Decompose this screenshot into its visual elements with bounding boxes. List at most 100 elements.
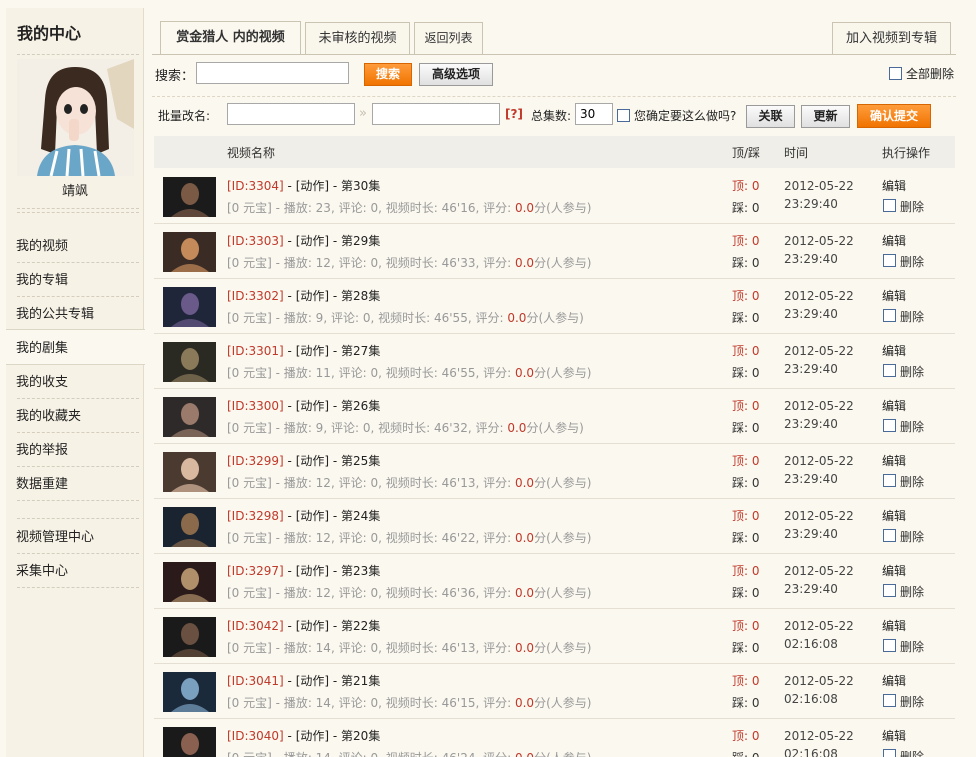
link-button[interactable]: 关联	[746, 105, 795, 128]
video-category[interactable]: [动作]	[296, 344, 329, 358]
video-id-link[interactable]: [ID:3041]	[227, 674, 284, 688]
video-title[interactable]: [ID:3297] - [动作] - 第23集	[227, 562, 380, 579]
confirm-submit-button[interactable]: 确认提交	[857, 104, 931, 128]
down-votes[interactable]: 踩: 0	[732, 749, 760, 757]
video-id-link[interactable]: [ID:3040]	[227, 729, 284, 743]
down-votes[interactable]: 踩: 0	[732, 364, 760, 381]
edit-link[interactable]: 编辑	[882, 727, 906, 744]
video-thumbnail[interactable]	[163, 397, 216, 437]
video-thumbnail[interactable]	[163, 727, 216, 757]
up-votes[interactable]: 顶: 0	[732, 177, 760, 194]
video-thumbnail[interactable]	[163, 672, 216, 712]
down-votes[interactable]: 踩: 0	[732, 584, 760, 601]
video-category[interactable]: [动作]	[296, 289, 329, 303]
up-votes[interactable]: 顶: 0	[732, 562, 760, 579]
video-category[interactable]: [动作]	[296, 234, 329, 248]
episode-name[interactable]: 第24集	[341, 509, 380, 523]
video-id-link[interactable]: [ID:3301]	[227, 344, 284, 358]
video-thumbnail[interactable]	[163, 177, 216, 217]
sidebar-item-my-videos[interactable]: 我的视频	[16, 235, 68, 254]
delete-checkbox[interactable]	[883, 254, 896, 267]
up-votes[interactable]: 顶: 0	[732, 727, 760, 744]
edit-link[interactable]: 编辑	[882, 232, 906, 249]
delete-checkbox[interactable]	[883, 419, 896, 432]
video-title[interactable]: [ID:3301] - [动作] - 第27集	[227, 342, 380, 359]
video-id-link[interactable]: [ID:3300]	[227, 399, 284, 413]
edit-link[interactable]: 编辑	[882, 617, 906, 634]
up-votes[interactable]: 顶: 0	[732, 617, 760, 634]
episode-name[interactable]: 第23集	[341, 564, 380, 578]
edit-link[interactable]: 编辑	[882, 342, 906, 359]
add-to-album-button[interactable]: 加入视频到专辑	[832, 22, 951, 55]
episode-name[interactable]: 第20集	[341, 729, 380, 743]
sidebar-item-video-manager[interactable]: 视频管理中心	[16, 526, 94, 545]
total-episodes-input[interactable]	[575, 103, 613, 125]
episode-name[interactable]: 第27集	[341, 344, 380, 358]
batch-rename-from-input[interactable]	[227, 103, 355, 125]
episode-name[interactable]: 第22集	[341, 619, 380, 633]
sidebar-item-favorites[interactable]: 我的收藏夹	[16, 405, 81, 424]
edit-link[interactable]: 编辑	[882, 397, 906, 414]
delete-checkbox[interactable]	[883, 309, 896, 322]
edit-link[interactable]: 编辑	[882, 507, 906, 524]
episode-name[interactable]: 第29集	[341, 234, 380, 248]
batch-rename-to-input[interactable]	[372, 103, 500, 125]
help-link[interactable]: [?]	[505, 107, 523, 121]
up-votes[interactable]: 顶: 0	[732, 507, 760, 524]
video-thumbnail[interactable]	[163, 232, 216, 272]
tab-back-to-list[interactable]: 返回列表	[414, 22, 483, 55]
search-input[interactable]	[196, 62, 349, 84]
search-button[interactable]: 搜索	[364, 63, 412, 86]
delete-checkbox[interactable]	[883, 749, 896, 757]
edit-link[interactable]: 编辑	[882, 562, 906, 579]
down-votes[interactable]: 踩: 0	[732, 694, 760, 711]
up-votes[interactable]: 顶: 0	[732, 232, 760, 249]
delete-checkbox[interactable]	[883, 529, 896, 542]
down-votes[interactable]: 踩: 0	[732, 309, 760, 326]
video-id-link[interactable]: [ID:3302]	[227, 289, 284, 303]
video-thumbnail[interactable]	[163, 562, 216, 602]
delete-checkbox[interactable]	[883, 694, 896, 707]
video-title[interactable]: [ID:3040] - [动作] - 第20集	[227, 727, 380, 744]
video-category[interactable]: [动作]	[296, 454, 329, 468]
down-votes[interactable]: 踩: 0	[732, 419, 760, 436]
avatar[interactable]	[17, 59, 134, 176]
up-votes[interactable]: 顶: 0	[732, 287, 760, 304]
episode-name[interactable]: 第26集	[341, 399, 380, 413]
video-id-link[interactable]: [ID:3298]	[227, 509, 284, 523]
down-votes[interactable]: 踩: 0	[732, 254, 760, 271]
video-category[interactable]: [动作]	[296, 729, 329, 743]
video-id-link[interactable]: [ID:3304]	[227, 179, 284, 193]
episode-name[interactable]: 第25集	[341, 454, 380, 468]
up-votes[interactable]: 顶: 0	[732, 672, 760, 689]
sidebar-item-collect-center[interactable]: 采集中心	[16, 560, 68, 579]
sidebar-item-rebuild-data[interactable]: 数据重建	[16, 473, 68, 492]
video-title[interactable]: [ID:3302] - [动作] - 第28集	[227, 287, 380, 304]
video-title[interactable]: [ID:3298] - [动作] - 第24集	[227, 507, 380, 524]
up-votes[interactable]: 顶: 0	[732, 342, 760, 359]
video-category[interactable]: [动作]	[296, 674, 329, 688]
delete-checkbox[interactable]	[883, 474, 896, 487]
video-id-link[interactable]: [ID:3297]	[227, 564, 284, 578]
edit-link[interactable]: 编辑	[882, 672, 906, 689]
sidebar-item-income[interactable]: 我的收支	[16, 371, 68, 390]
delete-checkbox[interactable]	[883, 584, 896, 597]
video-title[interactable]: [ID:3303] - [动作] - 第29集	[227, 232, 380, 249]
edit-link[interactable]: 编辑	[882, 452, 906, 469]
tab-unreviewed-videos[interactable]: 未审核的视频	[305, 22, 410, 55]
confirm-checkbox[interactable]	[617, 109, 630, 122]
episode-name[interactable]: 第30集	[341, 179, 380, 193]
down-votes[interactable]: 踩: 0	[732, 529, 760, 546]
video-thumbnail[interactable]	[163, 342, 216, 382]
video-title[interactable]: [ID:3041] - [动作] - 第21集	[227, 672, 380, 689]
sidebar-item-my-series[interactable]: 我的剧集	[16, 337, 68, 356]
video-thumbnail[interactable]	[163, 507, 216, 547]
video-category[interactable]: [动作]	[296, 509, 329, 523]
delete-checkbox[interactable]	[883, 199, 896, 212]
sidebar-item-my-albums[interactable]: 我的专辑	[16, 269, 68, 288]
video-title[interactable]: [ID:3300] - [动作] - 第26集	[227, 397, 380, 414]
video-thumbnail[interactable]	[163, 617, 216, 657]
up-votes[interactable]: 顶: 0	[732, 452, 760, 469]
episode-name[interactable]: 第28集	[341, 289, 380, 303]
edit-link[interactable]: 编辑	[882, 287, 906, 304]
